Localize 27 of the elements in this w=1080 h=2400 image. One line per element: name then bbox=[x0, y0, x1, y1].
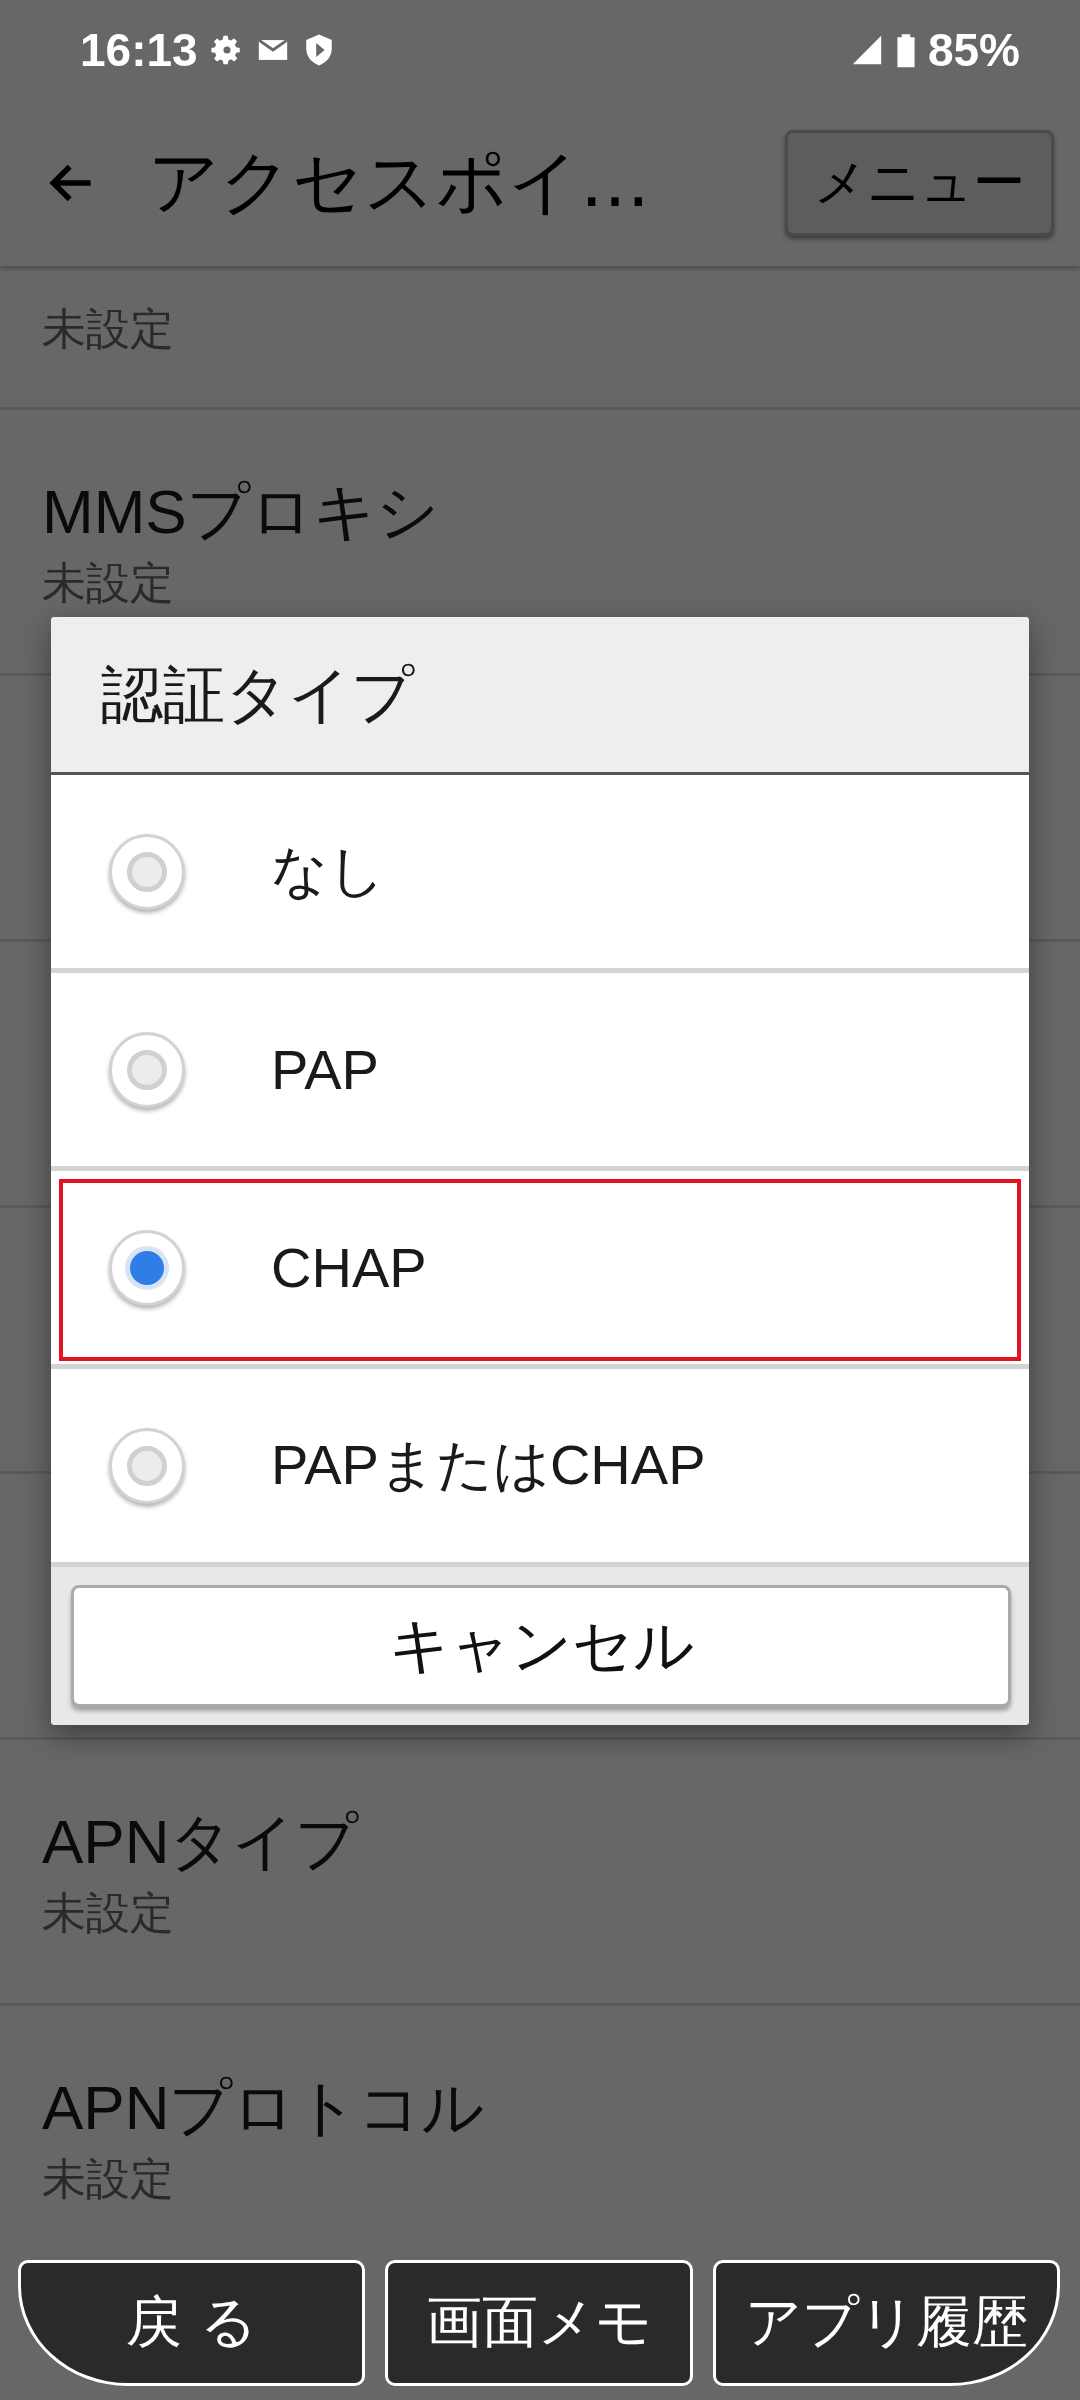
setting-value: 未設定 bbox=[42, 302, 175, 356]
setting-value: 未設定 bbox=[42, 556, 175, 610]
clock: 16:13 bbox=[80, 23, 198, 77]
nav-button[interactable]: アプリ履歴 bbox=[712, 2260, 1060, 2386]
radio-option[interactable]: PAP bbox=[51, 973, 1029, 1171]
nav-button[interactable]: 戻 る bbox=[18, 2260, 366, 2386]
option-label: PAPまたはCHAP bbox=[271, 1431, 706, 1498]
nav-button[interactable]: 画面メモ bbox=[385, 2260, 693, 2386]
radio-button[interactable] bbox=[109, 1229, 185, 1306]
radio-button[interactable] bbox=[109, 1031, 185, 1108]
setting-value: 未設定 bbox=[42, 1886, 175, 1940]
radio-option[interactable]: CHAP bbox=[51, 1171, 1029, 1369]
radio-button[interactable] bbox=[109, 833, 185, 910]
setting-title: APNプロトコル bbox=[42, 2072, 486, 2144]
setting-title: MMSプロキシ bbox=[42, 476, 440, 548]
setting-title: APNタイプ bbox=[42, 1806, 360, 1878]
option-label: PAP bbox=[271, 1037, 379, 1102]
dialog-title: 認証タイプ bbox=[51, 617, 1029, 775]
setting-value: 未設定 bbox=[42, 2152, 175, 2206]
cancel-button[interactable]: キャンセル bbox=[71, 1585, 1011, 1707]
option-label: CHAP bbox=[271, 1235, 427, 1300]
battery-icon bbox=[895, 31, 916, 69]
battery-percent: 85% bbox=[927, 23, 1020, 77]
radio-button[interactable] bbox=[109, 1427, 185, 1504]
option-label: なし bbox=[271, 837, 385, 904]
radio-option[interactable]: なし bbox=[51, 775, 1029, 973]
screen-title: アクセスポイ… bbox=[148, 140, 651, 225]
